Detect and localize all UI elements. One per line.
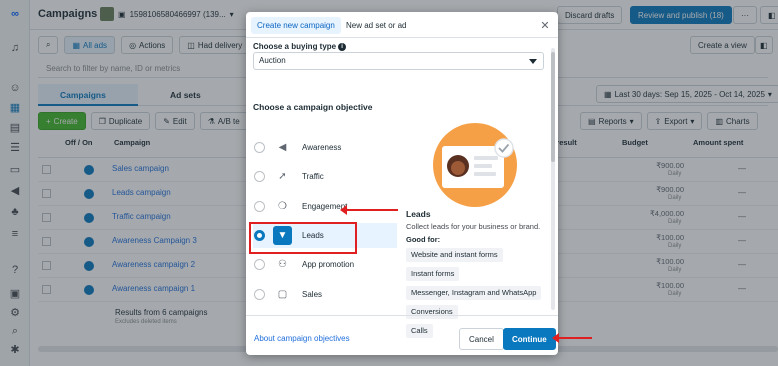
good-for-chip: Instant forms — [406, 267, 460, 281]
objective-radio[interactable] — [254, 259, 265, 271]
objective-label: Sales — [302, 289, 323, 299]
objective-label: Awareness — [302, 143, 342, 152]
dialog-footer: About campaign objectives Cancel Continu… — [246, 315, 558, 355]
buying-type-select[interactable]: Auction — [253, 52, 544, 70]
people-icon: ⚇ — [278, 259, 287, 271]
selected-objective-highlight-box — [249, 222, 357, 254]
buying-type-value: Auction — [259, 56, 286, 65]
annotation-arrow-continue — [552, 333, 592, 343]
good-for-chip: Website and instant forms — [406, 248, 503, 262]
buying-type-heading: Choose a buying type i — [253, 42, 347, 51]
objective-detail-title: Leads — [406, 209, 431, 219]
objective-label: App promotion — [302, 260, 355, 270]
annotation-arrow-leads — [340, 205, 398, 215]
objective-detail-description: Collect leads for your business or brand… — [406, 222, 541, 231]
bag-icon: ▢ — [277, 288, 288, 300]
objective-radio[interactable] — [254, 200, 265, 212]
leads-illustration — [433, 123, 517, 207]
close-icon[interactable]: ✕ — [539, 19, 551, 32]
dialog-scrollbar-thumb[interactable] — [551, 52, 555, 162]
caret-down-icon — [529, 59, 537, 64]
tab-new-adset-or-ad[interactable]: New ad set or ad — [340, 17, 412, 34]
buying-type-label: Choose a buying type — [253, 42, 337, 51]
cancel-button[interactable]: Cancel — [459, 328, 504, 350]
objective-option-sales[interactable]: ▢ Sales — [253, 282, 397, 307]
good-for-chip: Messenger, Instagram and WhatsApp — [406, 286, 542, 300]
megaphone-icon: ◀ — [278, 142, 287, 153]
objective-option-app-promotion[interactable]: ⚇ App promotion — [253, 252, 397, 277]
dialog-body: Choose a buying type i Auction Choose a c… — [246, 38, 558, 338]
objective-radio[interactable] — [254, 288, 265, 300]
objective-label: Traffic — [302, 172, 324, 182]
objective-option-traffic[interactable]: ➚ Traffic — [253, 164, 397, 189]
objective-radio[interactable] — [254, 142, 265, 153]
info-icon[interactable]: i — [338, 43, 347, 51]
objective-heading: Choose a campaign objective — [253, 102, 373, 112]
tab-create-new-campaign[interactable]: Create new campaign — [251, 17, 341, 34]
objective-option-engagement[interactable]: ❍ Engagement — [253, 194, 397, 219]
dialog-tabs: Create new campaign New ad set or ad ✕ — [246, 12, 558, 38]
create-campaign-dialog: Create new campaign New ad set or ad ✕ C… — [246, 12, 558, 355]
continue-button[interactable]: Continue — [503, 328, 556, 350]
about-objectives-link[interactable]: About campaign objectives — [254, 334, 350, 343]
cursor-icon: ➚ — [278, 171, 287, 183]
good-for-label: Good for: — [406, 235, 441, 244]
chat-icon: ❍ — [278, 200, 287, 212]
objective-radio[interactable] — [254, 171, 265, 183]
objective-option-awareness[interactable]: ◀ Awareness — [253, 135, 397, 160]
